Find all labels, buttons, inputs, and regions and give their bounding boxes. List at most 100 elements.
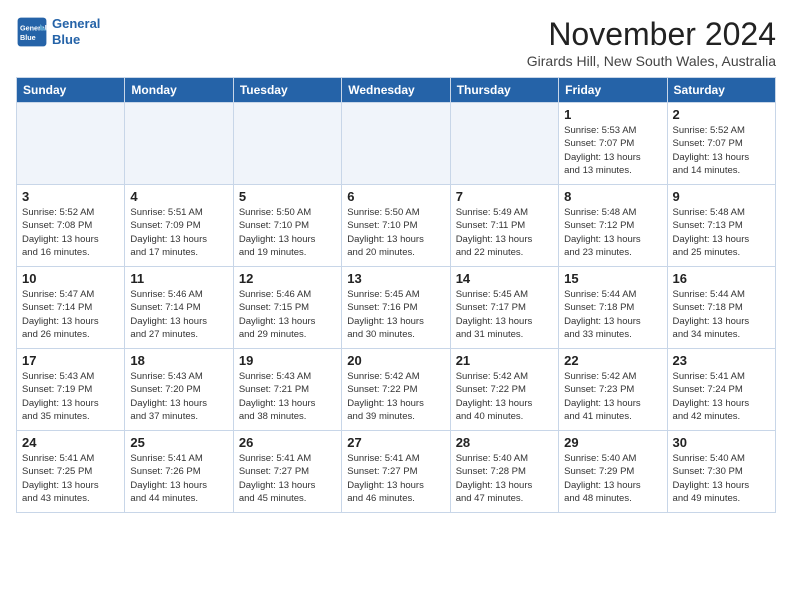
day-detail: Sunrise: 5:49 AM Sunset: 7:11 PM Dayligh… bbox=[456, 206, 553, 259]
month-title: November 2024 bbox=[527, 16, 776, 53]
day-number: 22 bbox=[564, 353, 661, 368]
day-detail: Sunrise: 5:44 AM Sunset: 7:18 PM Dayligh… bbox=[673, 288, 770, 341]
day-detail: Sunrise: 5:46 AM Sunset: 7:14 PM Dayligh… bbox=[130, 288, 227, 341]
calendar-cell: 19 Sunrise: 5:43 AM Sunset: 7:21 PM Dayli… bbox=[233, 349, 341, 431]
day-detail: Sunrise: 5:43 AM Sunset: 7:20 PM Dayligh… bbox=[130, 370, 227, 423]
day-detail: Sunrise: 5:47 AM Sunset: 7:14 PM Dayligh… bbox=[22, 288, 119, 341]
logo-text: General Blue bbox=[52, 16, 100, 47]
calendar-cell: 14 Sunrise: 5:45 AM Sunset: 7:17 PM Dayli… bbox=[450, 267, 558, 349]
day-number: 3 bbox=[22, 189, 119, 204]
day-number: 15 bbox=[564, 271, 661, 286]
calendar-cell: 24Sunrise: 5:41 AM Sunset: 7:25 PM Dayli… bbox=[17, 431, 125, 513]
calendar-cell: 25 Sunrise: 5:41 AM Sunset: 7:26 PM Dayli… bbox=[125, 431, 233, 513]
weekday-header-wednesday: Wednesday bbox=[342, 78, 450, 103]
calendar-cell: 8 Sunrise: 5:48 AM Sunset: 7:12 PM Daylig… bbox=[559, 185, 667, 267]
day-number: 27 bbox=[347, 435, 444, 450]
week-row-1: 3 Sunrise: 5:52 AM Sunset: 7:08 PM Daylig… bbox=[17, 185, 776, 267]
day-detail: Sunrise: 5:46 AM Sunset: 7:15 PM Dayligh… bbox=[239, 288, 336, 341]
day-number: 9 bbox=[673, 189, 770, 204]
calendar-cell bbox=[17, 103, 125, 185]
day-number: 10 bbox=[22, 271, 119, 286]
day-number: 6 bbox=[347, 189, 444, 204]
calendar-cell: 29Sunrise: 5:40 AM Sunset: 7:29 PM Dayli… bbox=[559, 431, 667, 513]
calendar-cell: 4 Sunrise: 5:51 AM Sunset: 7:09 PM Daylig… bbox=[125, 185, 233, 267]
calendar-cell: 27Sunrise: 5:41 AM Sunset: 7:27 PM Dayli… bbox=[342, 431, 450, 513]
calendar-cell: 22 Sunrise: 5:42 AM Sunset: 7:23 PM Dayli… bbox=[559, 349, 667, 431]
calendar-cell: 28Sunrise: 5:40 AM Sunset: 7:28 PM Dayli… bbox=[450, 431, 558, 513]
day-detail: Sunrise: 5:40 AM Sunset: 7:30 PM Dayligh… bbox=[673, 452, 770, 505]
calendar-cell: 5 Sunrise: 5:50 AM Sunset: 7:10 PM Daylig… bbox=[233, 185, 341, 267]
day-number: 8 bbox=[564, 189, 661, 204]
day-number: 5 bbox=[239, 189, 336, 204]
day-number: 28 bbox=[456, 435, 553, 450]
week-row-2: 10 Sunrise: 5:47 AM Sunset: 7:14 PM Dayli… bbox=[17, 267, 776, 349]
calendar-cell: 21 Sunrise: 5:42 AM Sunset: 7:22 PM Dayli… bbox=[450, 349, 558, 431]
weekday-header-saturday: Saturday bbox=[667, 78, 775, 103]
day-detail: Sunrise: 5:43 AM Sunset: 7:21 PM Dayligh… bbox=[239, 370, 336, 423]
day-number: 24 bbox=[22, 435, 119, 450]
weekday-header-tuesday: Tuesday bbox=[233, 78, 341, 103]
logo-line2: Blue bbox=[52, 32, 80, 47]
weekday-header-thursday: Thursday bbox=[450, 78, 558, 103]
weekday-header-friday: Friday bbox=[559, 78, 667, 103]
day-number: 26 bbox=[239, 435, 336, 450]
day-detail: Sunrise: 5:50 AM Sunset: 7:10 PM Dayligh… bbox=[347, 206, 444, 259]
calendar-cell: 16 Sunrise: 5:44 AM Sunset: 7:18 PM Dayli… bbox=[667, 267, 775, 349]
calendar-cell: 6 Sunrise: 5:50 AM Sunset: 7:10 PM Daylig… bbox=[342, 185, 450, 267]
weekday-header-monday: Monday bbox=[125, 78, 233, 103]
day-detail: Sunrise: 5:41 AM Sunset: 7:26 PM Dayligh… bbox=[130, 452, 227, 505]
week-row-4: 24Sunrise: 5:41 AM Sunset: 7:25 PM Dayli… bbox=[17, 431, 776, 513]
day-number: 2 bbox=[673, 107, 770, 122]
day-number: 25 bbox=[130, 435, 227, 450]
day-detail: Sunrise: 5:52 AM Sunset: 7:07 PM Dayligh… bbox=[673, 124, 770, 177]
day-detail: Sunrise: 5:41 AM Sunset: 7:24 PM Dayligh… bbox=[673, 370, 770, 423]
calendar-cell: 17 Sunrise: 5:43 AM Sunset: 7:19 PM Dayli… bbox=[17, 349, 125, 431]
svg-text:Blue: Blue bbox=[20, 33, 36, 42]
day-number: 19 bbox=[239, 353, 336, 368]
day-detail: Sunrise: 5:43 AM Sunset: 7:19 PM Dayligh… bbox=[22, 370, 119, 423]
day-detail: Sunrise: 5:50 AM Sunset: 7:10 PM Dayligh… bbox=[239, 206, 336, 259]
day-detail: Sunrise: 5:48 AM Sunset: 7:13 PM Dayligh… bbox=[673, 206, 770, 259]
day-number: 21 bbox=[456, 353, 553, 368]
calendar-cell: 3 Sunrise: 5:52 AM Sunset: 7:08 PM Daylig… bbox=[17, 185, 125, 267]
day-number: 29 bbox=[564, 435, 661, 450]
calendar-cell: 1 Sunrise: 5:53 AM Sunset: 7:07 PM Daylig… bbox=[559, 103, 667, 185]
calendar-cell: 30 Sunrise: 5:40 AM Sunset: 7:30 PM Dayli… bbox=[667, 431, 775, 513]
day-detail: Sunrise: 5:52 AM Sunset: 7:08 PM Dayligh… bbox=[22, 206, 119, 259]
day-detail: Sunrise: 5:42 AM Sunset: 7:22 PM Dayligh… bbox=[456, 370, 553, 423]
day-number: 18 bbox=[130, 353, 227, 368]
weekday-header-sunday: Sunday bbox=[17, 78, 125, 103]
logo-icon: General Blue bbox=[16, 16, 48, 48]
page-header: General Blue General Blue November 2024 … bbox=[16, 16, 776, 69]
logo-line1: General bbox=[52, 16, 100, 31]
calendar-cell bbox=[125, 103, 233, 185]
calendar-cell: 9 Sunrise: 5:48 AM Sunset: 7:13 PM Daylig… bbox=[667, 185, 775, 267]
calendar-cell: 20Sunrise: 5:42 AM Sunset: 7:22 PM Dayli… bbox=[342, 349, 450, 431]
day-number: 11 bbox=[130, 271, 227, 286]
day-detail: Sunrise: 5:45 AM Sunset: 7:16 PM Dayligh… bbox=[347, 288, 444, 341]
calendar-cell: 13Sunrise: 5:45 AM Sunset: 7:16 PM Dayli… bbox=[342, 267, 450, 349]
logo: General Blue General Blue bbox=[16, 16, 100, 48]
calendar-cell: 10 Sunrise: 5:47 AM Sunset: 7:14 PM Dayli… bbox=[17, 267, 125, 349]
day-detail: Sunrise: 5:48 AM Sunset: 7:12 PM Dayligh… bbox=[564, 206, 661, 259]
day-detail: Sunrise: 5:44 AM Sunset: 7:18 PM Dayligh… bbox=[564, 288, 661, 341]
day-number: 30 bbox=[673, 435, 770, 450]
day-number: 20 bbox=[347, 353, 444, 368]
calendar-cell: 2 Sunrise: 5:52 AM Sunset: 7:07 PM Daylig… bbox=[667, 103, 775, 185]
day-number: 1 bbox=[564, 107, 661, 122]
day-number: 17 bbox=[22, 353, 119, 368]
day-detail: Sunrise: 5:53 AM Sunset: 7:07 PM Dayligh… bbox=[564, 124, 661, 177]
calendar-cell: 26Sunrise: 5:41 AM Sunset: 7:27 PM Dayli… bbox=[233, 431, 341, 513]
day-number: 16 bbox=[673, 271, 770, 286]
day-detail: Sunrise: 5:42 AM Sunset: 7:23 PM Dayligh… bbox=[564, 370, 661, 423]
day-number: 14 bbox=[456, 271, 553, 286]
day-detail: Sunrise: 5:45 AM Sunset: 7:17 PM Dayligh… bbox=[456, 288, 553, 341]
calendar-cell: 7Sunrise: 5:49 AM Sunset: 7:11 PM Daylig… bbox=[450, 185, 558, 267]
calendar-cell bbox=[450, 103, 558, 185]
week-row-3: 17 Sunrise: 5:43 AM Sunset: 7:19 PM Dayli… bbox=[17, 349, 776, 431]
day-number: 12 bbox=[239, 271, 336, 286]
day-number: 4 bbox=[130, 189, 227, 204]
day-detail: Sunrise: 5:51 AM Sunset: 7:09 PM Dayligh… bbox=[130, 206, 227, 259]
calendar-cell: 23Sunrise: 5:41 AM Sunset: 7:24 PM Dayli… bbox=[667, 349, 775, 431]
title-block: November 2024 Girards Hill, New South Wa… bbox=[527, 16, 776, 69]
